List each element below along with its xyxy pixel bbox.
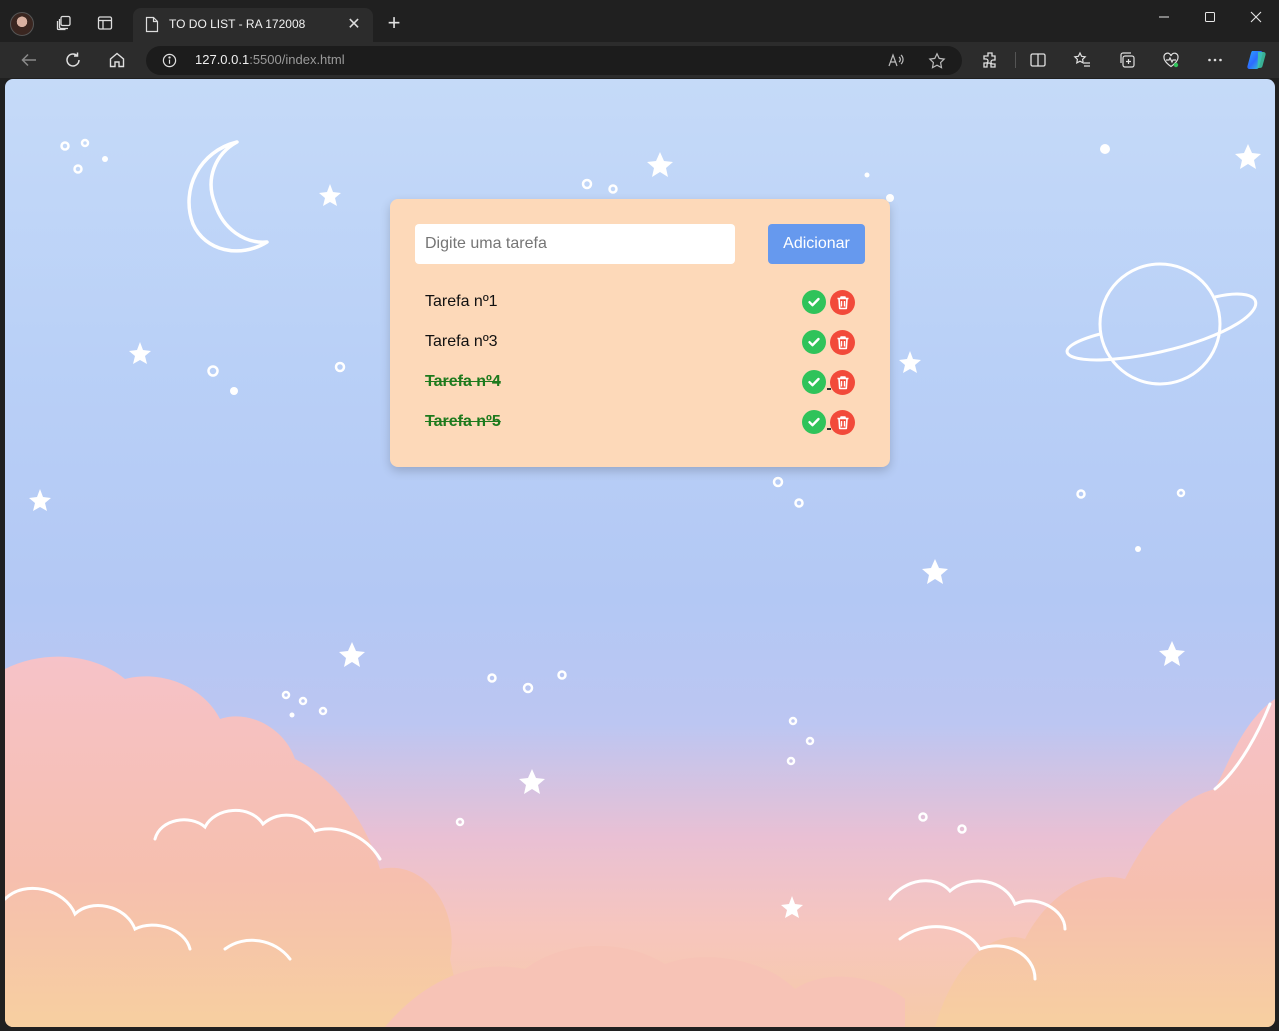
favorite-star-icon[interactable] [928, 52, 946, 70]
browser-titlebar: TO DO LIST - RA 172008 ✕ + [0, 0, 1279, 42]
delete-task-button[interactable] [830, 410, 855, 435]
browser-tab[interactable]: TO DO LIST - RA 172008 ✕ [133, 8, 373, 42]
task-label: Tarefa nº4 [425, 373, 501, 390]
close-window-button[interactable] [1242, 6, 1270, 28]
separator-dash [827, 428, 831, 430]
add-task-button[interactable]: Adicionar [768, 224, 865, 264]
task-item-done: Tarefa nº4 [415, 363, 865, 403]
check-icon [808, 337, 820, 347]
url-text: 127.0.0.1:5500/index.html [195, 52, 345, 67]
profile-avatar[interactable] [10, 12, 34, 36]
url-host: 127.0.0.1 [195, 52, 250, 67]
separator-dash [827, 388, 831, 390]
task-list: Tarefa nº1 Tarefa nº3 Tarefa nº4 Tarefa … [415, 283, 865, 443]
browser-essentials-icon[interactable] [1161, 50, 1181, 70]
new-tab-button[interactable]: + [383, 12, 405, 34]
toolbar-divider [1015, 52, 1016, 68]
complete-task-button[interactable] [802, 370, 826, 394]
task-input[interactable] [415, 224, 735, 264]
task-item: Tarefa nº3 [415, 323, 865, 363]
delete-task-button[interactable] [830, 290, 855, 315]
task-item-done: Tarefa nº5 [415, 403, 865, 443]
home-icon[interactable] [105, 48, 129, 72]
trash-icon [837, 336, 848, 350]
delete-task-button[interactable] [830, 330, 855, 355]
complete-task-button[interactable] [802, 330, 826, 354]
check-icon [808, 297, 820, 307]
complete-task-button[interactable] [802, 410, 826, 434]
browser-toolbar: 127.0.0.1:5500/index.html [0, 42, 1279, 78]
complete-task-button[interactable] [802, 290, 826, 314]
refresh-icon[interactable] [61, 48, 85, 72]
favorites-icon[interactable] [1072, 50, 1092, 70]
trash-icon [837, 376, 848, 390]
check-icon [808, 377, 820, 387]
copilot-icon[interactable] [1245, 48, 1269, 72]
tab-title: TO DO LIST - RA 172008 [169, 17, 306, 31]
page-icon [145, 16, 159, 33]
task-label: Tarefa nº1 [425, 293, 498, 310]
address-bar[interactable]: 127.0.0.1:5500/index.html [146, 46, 962, 75]
task-item: Tarefa nº1 [415, 283, 865, 323]
extensions-icon[interactable] [980, 50, 1000, 70]
check-icon [808, 417, 820, 427]
info-icon[interactable] [162, 53, 177, 68]
tab-actions-icon[interactable] [95, 13, 115, 33]
collections-icon[interactable] [1117, 50, 1137, 70]
workspaces-icon[interactable] [54, 13, 74, 33]
task-label: Tarefa nº5 [425, 413, 501, 430]
task-label: Tarefa nº3 [425, 333, 498, 350]
minimize-button[interactable] [1150, 6, 1178, 28]
todo-card: Adicionar Tarefa nº1 Tarefa nº3 [390, 199, 890, 467]
delete-task-button[interactable] [830, 370, 855, 395]
trash-icon [837, 296, 848, 310]
url-path: :5500/index.html [249, 52, 345, 67]
more-menu-icon[interactable] [1205, 50, 1225, 70]
page-viewport: Adicionar Tarefa nº1 Tarefa nº3 [5, 79, 1275, 1027]
maximize-button[interactable] [1196, 6, 1224, 28]
read-aloud-icon[interactable] [887, 52, 905, 70]
back-icon[interactable] [17, 48, 41, 72]
close-tab-icon[interactable]: ✕ [345, 15, 363, 33]
trash-icon [837, 416, 848, 430]
split-screen-icon[interactable] [1028, 50, 1048, 70]
